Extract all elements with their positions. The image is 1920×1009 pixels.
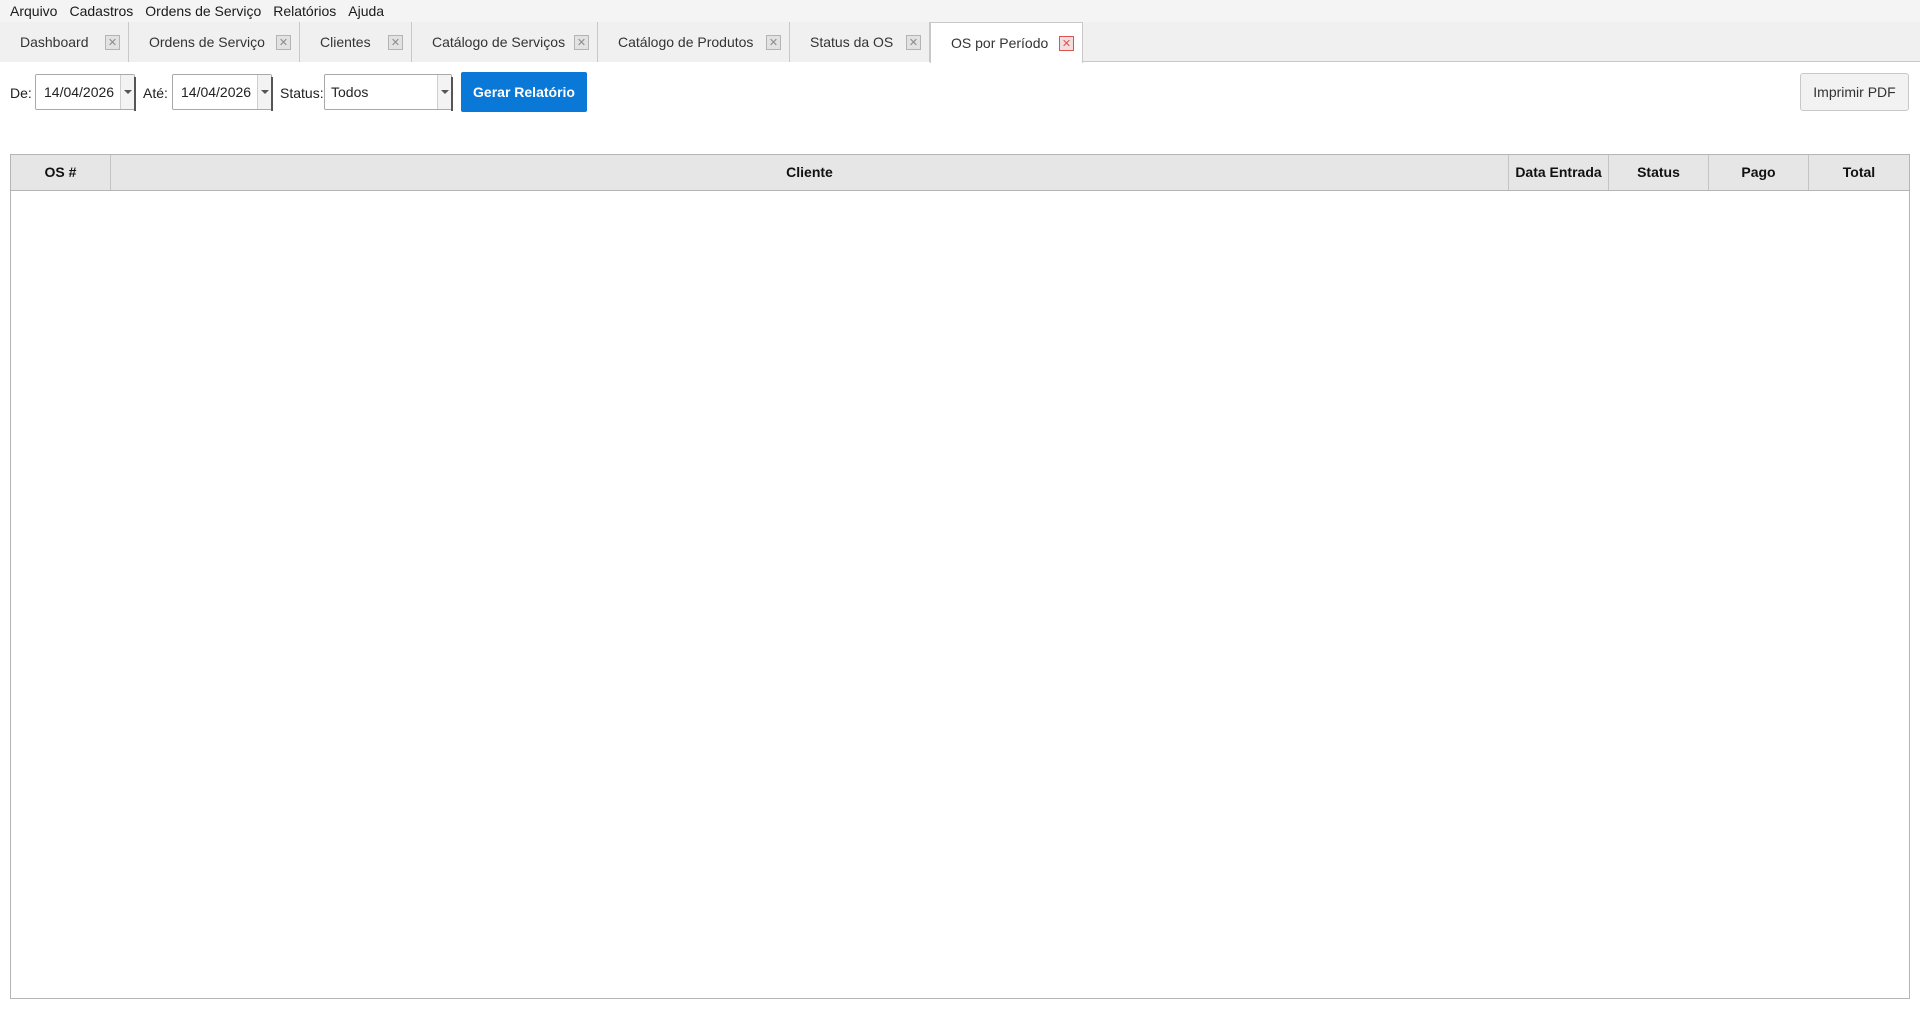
- filter-toolbar: De: 14/04/2026 Até: 14/04/2026 Status: T…: [0, 70, 1920, 114]
- close-icon[interactable]: ✕: [1059, 36, 1074, 51]
- tab-dashboard[interactable]: Dashboard ✕: [0, 22, 129, 62]
- tab-label: Clientes: [320, 34, 371, 50]
- close-icon[interactable]: ✕: [276, 35, 291, 50]
- tab-label: Ordens de Serviço: [149, 34, 265, 50]
- tab-label: Status da OS: [810, 34, 894, 50]
- tab-label: Catálogo de Produtos: [618, 34, 754, 50]
- column-header-pago[interactable]: Pago: [1709, 155, 1809, 190]
- tab-catalogo-de-produtos[interactable]: Catálogo de Produtos ✕: [598, 22, 790, 62]
- menu-item-cadastros[interactable]: Cadastros: [63, 0, 139, 22]
- print-pdf-button[interactable]: Imprimir PDF: [1800, 73, 1909, 111]
- close-icon[interactable]: ✕: [766, 35, 781, 50]
- column-header-total[interactable]: Total: [1809, 155, 1909, 190]
- tab-bar: Dashboard ✕ Ordens de Serviço ✕ Clientes…: [0, 22, 1920, 63]
- status-select[interactable]: Todos: [324, 74, 453, 111]
- menu-item-ordens-de-servico[interactable]: Ordens de Serviço: [139, 0, 267, 22]
- tab-label: Dashboard: [20, 34, 89, 50]
- to-date-picker[interactable]: 14/04/2026: [172, 74, 273, 111]
- menu-item-ajuda[interactable]: Ajuda: [342, 0, 390, 22]
- column-header-data-entrada[interactable]: Data Entrada: [1509, 155, 1609, 190]
- tab-catalogo-de-servicos[interactable]: Catálogo de Serviços ✕: [412, 22, 598, 62]
- tab-label: OS por Período: [951, 35, 1049, 51]
- menu-bar: Arquivo Cadastros Ordens de Serviço Rela…: [0, 0, 1920, 22]
- report-table: OS # Cliente Data Entrada Status Pago To…: [10, 154, 1910, 999]
- tab-label: Catálogo de Serviços: [432, 34, 566, 50]
- tab-ordens-de-servico[interactable]: Ordens de Serviço ✕: [129, 22, 300, 62]
- tab-clientes[interactable]: Clientes ✕: [300, 22, 412, 62]
- chevron-down-icon[interactable]: [120, 75, 134, 109]
- tab-os-por-periodo[interactable]: OS por Período ✕: [930, 22, 1083, 63]
- close-icon[interactable]: ✕: [105, 35, 120, 50]
- from-label: De:: [10, 85, 32, 101]
- column-header-cliente[interactable]: Cliente: [111, 155, 1509, 190]
- table-body[interactable]: [11, 191, 1909, 998]
- menu-item-relatorios[interactable]: Relatórios: [267, 0, 342, 22]
- menu-item-arquivo[interactable]: Arquivo: [4, 0, 63, 22]
- column-header-os[interactable]: OS #: [11, 155, 111, 190]
- to-label: Até:: [143, 85, 168, 101]
- column-header-status[interactable]: Status: [1609, 155, 1709, 190]
- chevron-down-icon[interactable]: [437, 75, 451, 109]
- chevron-down-icon[interactable]: [257, 75, 271, 109]
- generate-report-button[interactable]: Gerar Relatório: [461, 72, 587, 112]
- tab-status-da-os[interactable]: Status da OS ✕: [790, 22, 930, 62]
- from-date-value: 14/04/2026: [44, 84, 115, 100]
- close-icon[interactable]: ✕: [388, 35, 403, 50]
- status-select-value: Todos: [331, 84, 369, 100]
- to-date-value: 14/04/2026: [181, 84, 252, 100]
- table-header: OS # Cliente Data Entrada Status Pago To…: [11, 155, 1909, 191]
- close-icon[interactable]: ✕: [574, 35, 589, 50]
- status-label: Status:: [280, 85, 324, 101]
- close-icon[interactable]: ✕: [906, 35, 921, 50]
- from-date-picker[interactable]: 14/04/2026: [35, 74, 136, 111]
